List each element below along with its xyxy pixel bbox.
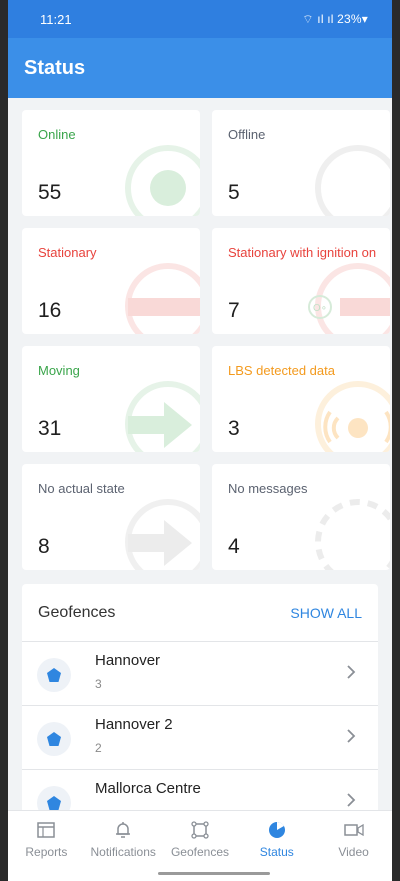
status-indicators: ⌔ ıl ıl 23%▾ bbox=[302, 11, 368, 26]
pentagon-icon bbox=[37, 658, 71, 692]
geofences-panel: Geofences SHOW ALL Hannover 3 Hannover 2… bbox=[22, 584, 378, 810]
moving-arrow-icon bbox=[125, 381, 200, 452]
lbs-signal-icon bbox=[315, 381, 390, 452]
tab-notifications[interactable]: Notifications bbox=[85, 811, 162, 864]
pentagon-icon bbox=[37, 786, 71, 810]
offline-circle-icon bbox=[315, 145, 390, 216]
tab-label: Geofences bbox=[170, 845, 230, 859]
system-nav-bar bbox=[8, 864, 392, 881]
tab-geofences[interactable]: Geofences bbox=[162, 811, 239, 864]
card-count: 31 bbox=[38, 417, 62, 440]
geofences-header: Geofences SHOW ALL bbox=[22, 584, 378, 642]
card-label: Stationary bbox=[38, 245, 97, 260]
card-label: Stationary with ignition on bbox=[228, 245, 377, 260]
tab-label: Notifications bbox=[90, 845, 156, 859]
home-indicator[interactable] bbox=[158, 872, 270, 875]
tab-label: Status bbox=[259, 845, 294, 859]
status-card-no-messages[interactable]: No messages 4 bbox=[212, 464, 390, 570]
geofence-count: 2 bbox=[95, 741, 102, 755]
card-count: 55 bbox=[38, 181, 62, 204]
clock: 11:21 bbox=[40, 11, 72, 27]
video-icon bbox=[343, 823, 364, 837]
card-label: Offline bbox=[228, 127, 266, 142]
no-state-arrow-icon bbox=[125, 499, 200, 570]
status-card-stationary-ignition[interactable]: O∘ Stationary with ignition on 7 bbox=[212, 228, 390, 334]
screen-edge-right bbox=[392, 0, 400, 881]
card-label: Moving bbox=[38, 363, 80, 378]
tab-label: Reports bbox=[25, 845, 68, 859]
ignition-key-icon: O∘ bbox=[308, 263, 390, 334]
page-title: Status bbox=[24, 56, 86, 79]
status-card-stationary[interactable]: Stationary 16 bbox=[22, 228, 200, 334]
card-count: 3 bbox=[228, 417, 240, 440]
card-count: 7 bbox=[228, 299, 240, 322]
status-card-no-actual-state[interactable]: No actual state 8 bbox=[22, 464, 200, 570]
status-content[interactable]: Online 55 Offline 5 Stationary 16 O∘ Sta… bbox=[8, 98, 392, 810]
geofences-title: Geofences bbox=[38, 603, 116, 621]
status-card-moving[interactable]: Moving 31 bbox=[22, 346, 200, 452]
screen-edge-left bbox=[0, 0, 8, 881]
card-label: LBS detected data bbox=[228, 363, 335, 378]
card-label: Online bbox=[38, 127, 76, 142]
bottom-tab-bar: Reports Notifications Geofences Status V… bbox=[8, 810, 392, 864]
tab-reports[interactable]: Reports bbox=[8, 811, 85, 864]
status-card-lbs[interactable]: LBS detected data 3 bbox=[212, 346, 390, 452]
geofence-name: Mallorca Centre bbox=[95, 780, 201, 797]
no-messages-dashed-circle-icon bbox=[315, 499, 390, 570]
online-circle-icon bbox=[125, 145, 200, 216]
tab-label: Video bbox=[338, 845, 369, 859]
tab-video[interactable]: Video bbox=[315, 811, 392, 864]
pentagon-icon bbox=[37, 722, 71, 756]
geofence-icon bbox=[191, 821, 209, 839]
app-bar: Status bbox=[8, 38, 392, 98]
status-card-offline[interactable]: Offline 5 bbox=[212, 110, 390, 216]
chevron-right-icon bbox=[347, 729, 356, 743]
tab-status[interactable]: Status bbox=[238, 811, 315, 864]
status-card-online[interactable]: Online 55 bbox=[22, 110, 200, 216]
card-count: 5 bbox=[228, 181, 240, 204]
geofence-row[interactable]: Hannover 3 bbox=[22, 642, 378, 706]
svg-text:O∘: O∘ bbox=[313, 303, 327, 314]
card-count: 8 bbox=[38, 535, 50, 558]
geofence-name: Hannover bbox=[95, 652, 161, 669]
card-count: 16 bbox=[38, 299, 62, 322]
chevron-right-icon bbox=[347, 665, 356, 679]
card-count: 4 bbox=[228, 535, 240, 558]
stationary-icon bbox=[125, 263, 200, 334]
geofence-count: 3 bbox=[95, 677, 102, 691]
geofence-name: Hannover 2 bbox=[95, 716, 173, 733]
reports-icon bbox=[37, 822, 56, 838]
status-pie-icon bbox=[268, 822, 285, 838]
bell-icon bbox=[116, 822, 131, 838]
geofence-row[interactable]: Hannover 2 2 bbox=[22, 706, 378, 770]
card-label: No actual state bbox=[38, 481, 125, 496]
geofence-row[interactable]: Mallorca Centre bbox=[22, 770, 378, 810]
card-label: No messages bbox=[228, 481, 308, 496]
system-status-bar: 11:21 ⌔ ıl ıl 23%▾ bbox=[8, 0, 392, 38]
chevron-right-icon bbox=[347, 793, 356, 807]
show-all-link[interactable]: SHOW ALL bbox=[290, 605, 362, 621]
